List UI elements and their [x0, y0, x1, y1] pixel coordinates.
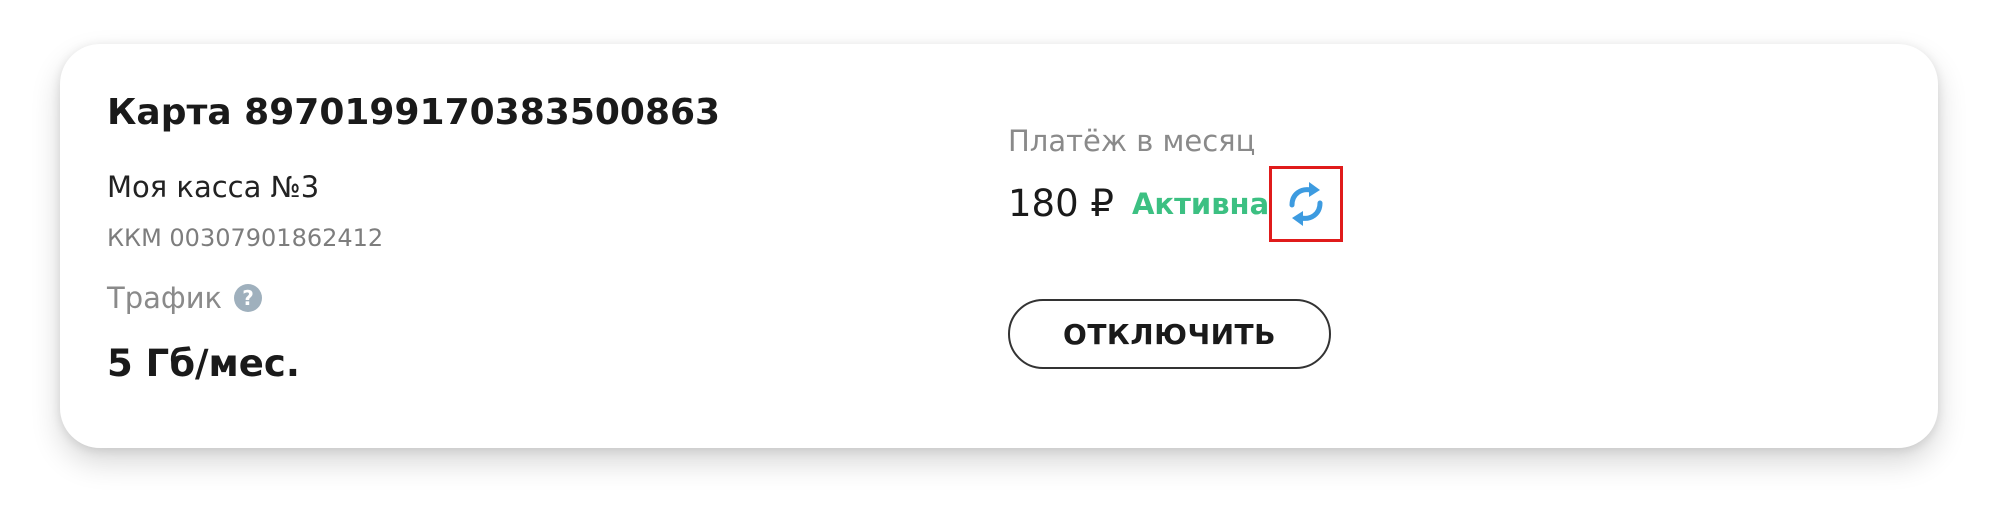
- traffic-value: 5 Гб/мес.: [107, 342, 300, 385]
- payment-label: Платёж в месяц: [1008, 124, 1256, 158]
- price-row: 180 ₽ Активна: [1008, 182, 1269, 225]
- refresh-icon: [1289, 182, 1323, 226]
- disable-button[interactable]: ОТКЛЮЧИТЬ: [1008, 299, 1331, 369]
- traffic-row: Трафик ?: [107, 281, 263, 315]
- kkm-number: ККМ 00307901862412: [107, 224, 384, 252]
- cash-register-name: Моя касса №3: [107, 170, 320, 204]
- monthly-price: 180 ₽: [1008, 182, 1114, 225]
- help-icon[interactable]: ?: [234, 284, 263, 312]
- card-title: Карта 8970199170383500863: [107, 92, 721, 133]
- traffic-label: Трафик: [107, 281, 223, 315]
- status-badge: Активна: [1131, 186, 1270, 221]
- refresh-button[interactable]: [1269, 166, 1343, 242]
